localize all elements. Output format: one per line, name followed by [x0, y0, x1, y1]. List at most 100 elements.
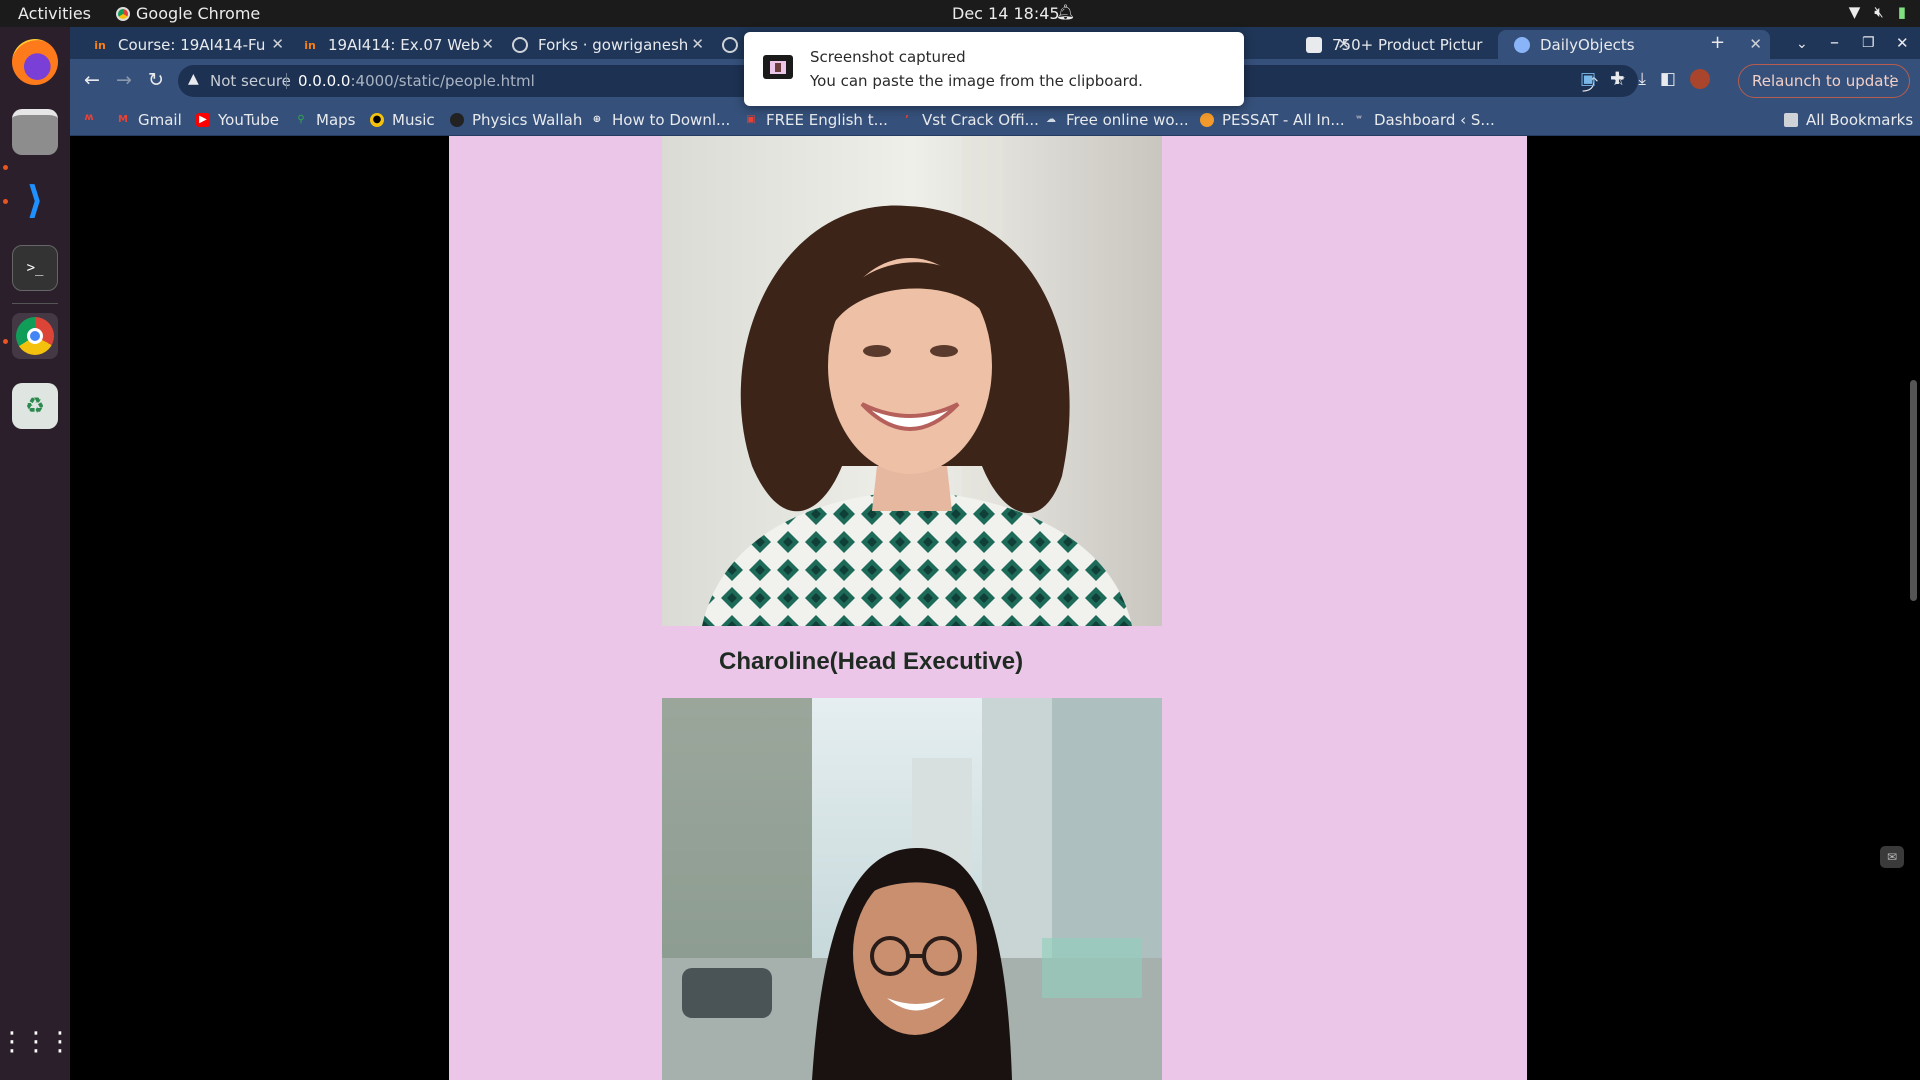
close-tab-icon[interactable]: ✕ [481, 35, 494, 53]
moodle-icon: in [94, 38, 106, 52]
bookmark-label: Gmail [138, 111, 182, 129]
bookmark-maps[interactable]: ⚲ Maps [294, 111, 355, 129]
tab-label: Course: 19AI414-Fu [118, 36, 266, 54]
dock-separator [12, 303, 58, 304]
audio-icon: ʼ [905, 114, 909, 125]
all-bookmarks[interactable]: All Bookmarks [1784, 111, 1913, 129]
portrait-image [662, 136, 1162, 626]
bookmark-how-to-download[interactable]: ⊕ How to Downl... [590, 111, 731, 129]
restore-icon[interactable]: ❐ [1862, 35, 1875, 51]
new-tab-button[interactable]: + [1710, 32, 1725, 53]
all-bookmarks-label: All Bookmarks [1806, 111, 1914, 129]
bookmark-label: Free online wo... [1066, 111, 1189, 129]
tab-label: 750+ Product Pictur [1332, 36, 1483, 54]
clock[interactable]: Dec 14 18:45 [952, 4, 1060, 23]
link-icon: ⊕ [592, 114, 602, 125]
youtube-icon: ▶ [196, 113, 210, 127]
page-viewport[interactable]: Charoline(Head Executive) ✉ [70, 136, 1920, 1080]
bookmark-free-english[interactable]: ▣ FREE English t... [744, 111, 888, 129]
reload-icon[interactable]: ↻ [148, 69, 164, 91]
wp-icon: ʷ [1356, 114, 1362, 125]
bookmark-label: PESSAT - All In... [1222, 111, 1345, 129]
bookmark-free-online[interactable]: ☁ Free online wo... [1044, 111, 1189, 129]
battery-icon: ▮ [1897, 3, 1906, 21]
tab-course[interactable]: in Course: 19AI414-Fu ✕ [82, 30, 292, 60]
chrome-icon[interactable] [12, 313, 58, 359]
system-tray[interactable]: ▼ 🔇︎ ▮ [1849, 3, 1906, 21]
notification-body: You can paste the image from the clipboa… [810, 72, 1143, 90]
bookmark-youtube[interactable]: ▶ YouTube [196, 111, 279, 129]
files-icon[interactable] [12, 109, 58, 155]
firefox-icon[interactable] [12, 39, 58, 85]
tab-search-chevron-icon[interactable]: ⌄ [1796, 36, 1808, 52]
profile-avatar[interactable] [1689, 69, 1710, 89]
bookmark-pessat[interactable]: PESSAT - All In... [1200, 111, 1345, 129]
notification-bell-icon[interactable]: 🔔︎ [1056, 3, 1075, 21]
show-apps-icon[interactable]: ⋮⋮⋮ [0, 1019, 73, 1065]
wifi-icon: ▼ [1848, 3, 1861, 21]
running-indicator [3, 199, 8, 204]
extension-icon[interactable]: ▣ [1580, 69, 1596, 89]
running-indicator [3, 165, 8, 170]
github-icon [512, 37, 528, 53]
screenshot-icon [763, 55, 793, 79]
url-path: :4000/static/people.html [350, 72, 535, 90]
activities-button[interactable]: Activities [18, 4, 91, 23]
trash-icon[interactable]: ♻ [12, 383, 58, 429]
running-indicator [3, 339, 8, 344]
forward-icon[interactable]: → [116, 69, 132, 91]
side-widget-icon[interactable]: ✉ [1880, 846, 1904, 868]
moodle-icon: in [304, 38, 316, 52]
close-window-icon[interactable]: ✕ [1896, 34, 1909, 52]
volume-muted-icon: 🔇︎ [1874, 3, 1884, 21]
security-label[interactable]: Not secure [210, 72, 291, 90]
tab-ex07[interactable]: in 19AI414: Ex.07 Web ✕ [292, 30, 502, 60]
back-icon[interactable]: ← [84, 69, 100, 91]
bookmark-physics-wallah[interactable]: Physics Wallah [450, 111, 582, 129]
puzzle-icon[interactable]: ✚ [1610, 69, 1624, 89]
terminal-icon[interactable]: >_ [12, 245, 58, 291]
bookmark-label: Maps [316, 111, 356, 129]
url-host: 0.0.0.0 [298, 72, 351, 90]
download-icon[interactable]: ⤓ [1638, 69, 1646, 89]
apps-icon: ʍ [84, 112, 94, 123]
unsplash-icon [1306, 37, 1322, 53]
scrollbar[interactable] [1908, 136, 1918, 1080]
app-name: Google Chrome [136, 4, 261, 23]
tab-dailyobjects[interactable]: DailyObjects ✕ [1498, 30, 1770, 60]
music-icon: ● [370, 113, 384, 127]
tab-label: 19AI414: Ex.07 Web [328, 36, 480, 54]
extensions-area: ▣ ✚ ⤓ ◧ [1580, 69, 1710, 89]
vscode-icon[interactable]: ⟩ [12, 177, 58, 223]
person-photo-charoline [662, 136, 1162, 626]
tab-label: Forks · gowriganesh [538, 36, 689, 54]
close-tab-icon[interactable]: ✕ [1749, 35, 1762, 53]
close-tab-icon[interactable]: ✕ [691, 35, 704, 53]
screenshot-notification[interactable]: Screenshot captured You can paste the im… [744, 32, 1244, 106]
tab-forks[interactable]: Forks · gowriganesh ✕ [502, 30, 712, 60]
minimize-icon[interactable]: – [1830, 32, 1839, 53]
bookmark-music[interactable]: ● Music [370, 111, 435, 129]
scrollbar-thumb[interactable] [1910, 380, 1917, 601]
bookmark-dashboard[interactable]: ʷ Dashboard ‹ S... [1352, 111, 1495, 129]
menu-dots-icon[interactable]: ⋮ [1884, 72, 1899, 90]
side-panel-icon[interactable]: ◧ [1660, 69, 1676, 89]
bookmark-label: Vst Crack Offi... [922, 111, 1039, 129]
chrome-app-icon [116, 6, 130, 21]
person-caption: Charoline(Head Executive) [719, 648, 1024, 675]
maps-icon: ⚲ [297, 114, 305, 125]
app-menu[interactable]: Google Chrome [116, 4, 260, 23]
bookmark-apps[interactable]: ʍ [82, 111, 96, 125]
globe-icon [1514, 37, 1530, 53]
screen: { "topbar": { "activities": "Activities"… [0, 0, 1920, 1080]
bookmarks-bar: ʍ M Gmail ▶ YouTube ⚲ Maps ● Music Physics W… [70, 103, 1920, 136]
warning-icon[interactable]: ▲ [188, 71, 199, 87]
bookmark-gmail[interactable]: M Gmail [116, 111, 182, 129]
people-page: Charoline(Head Executive) [449, 136, 1527, 1080]
url-text[interactable]: 0.0.0.0:4000/static/people.html [298, 72, 535, 90]
bookmark-label: FREE English t... [766, 111, 888, 129]
notification-title: Screenshot captured [810, 48, 966, 66]
close-tab-icon[interactable]: ✕ [271, 35, 284, 53]
bookmark-vst-crack[interactable]: ʼ Vst Crack Offi... [900, 111, 1039, 129]
relaunch-button[interactable]: Relaunch to update ⋮ [1738, 64, 1910, 98]
